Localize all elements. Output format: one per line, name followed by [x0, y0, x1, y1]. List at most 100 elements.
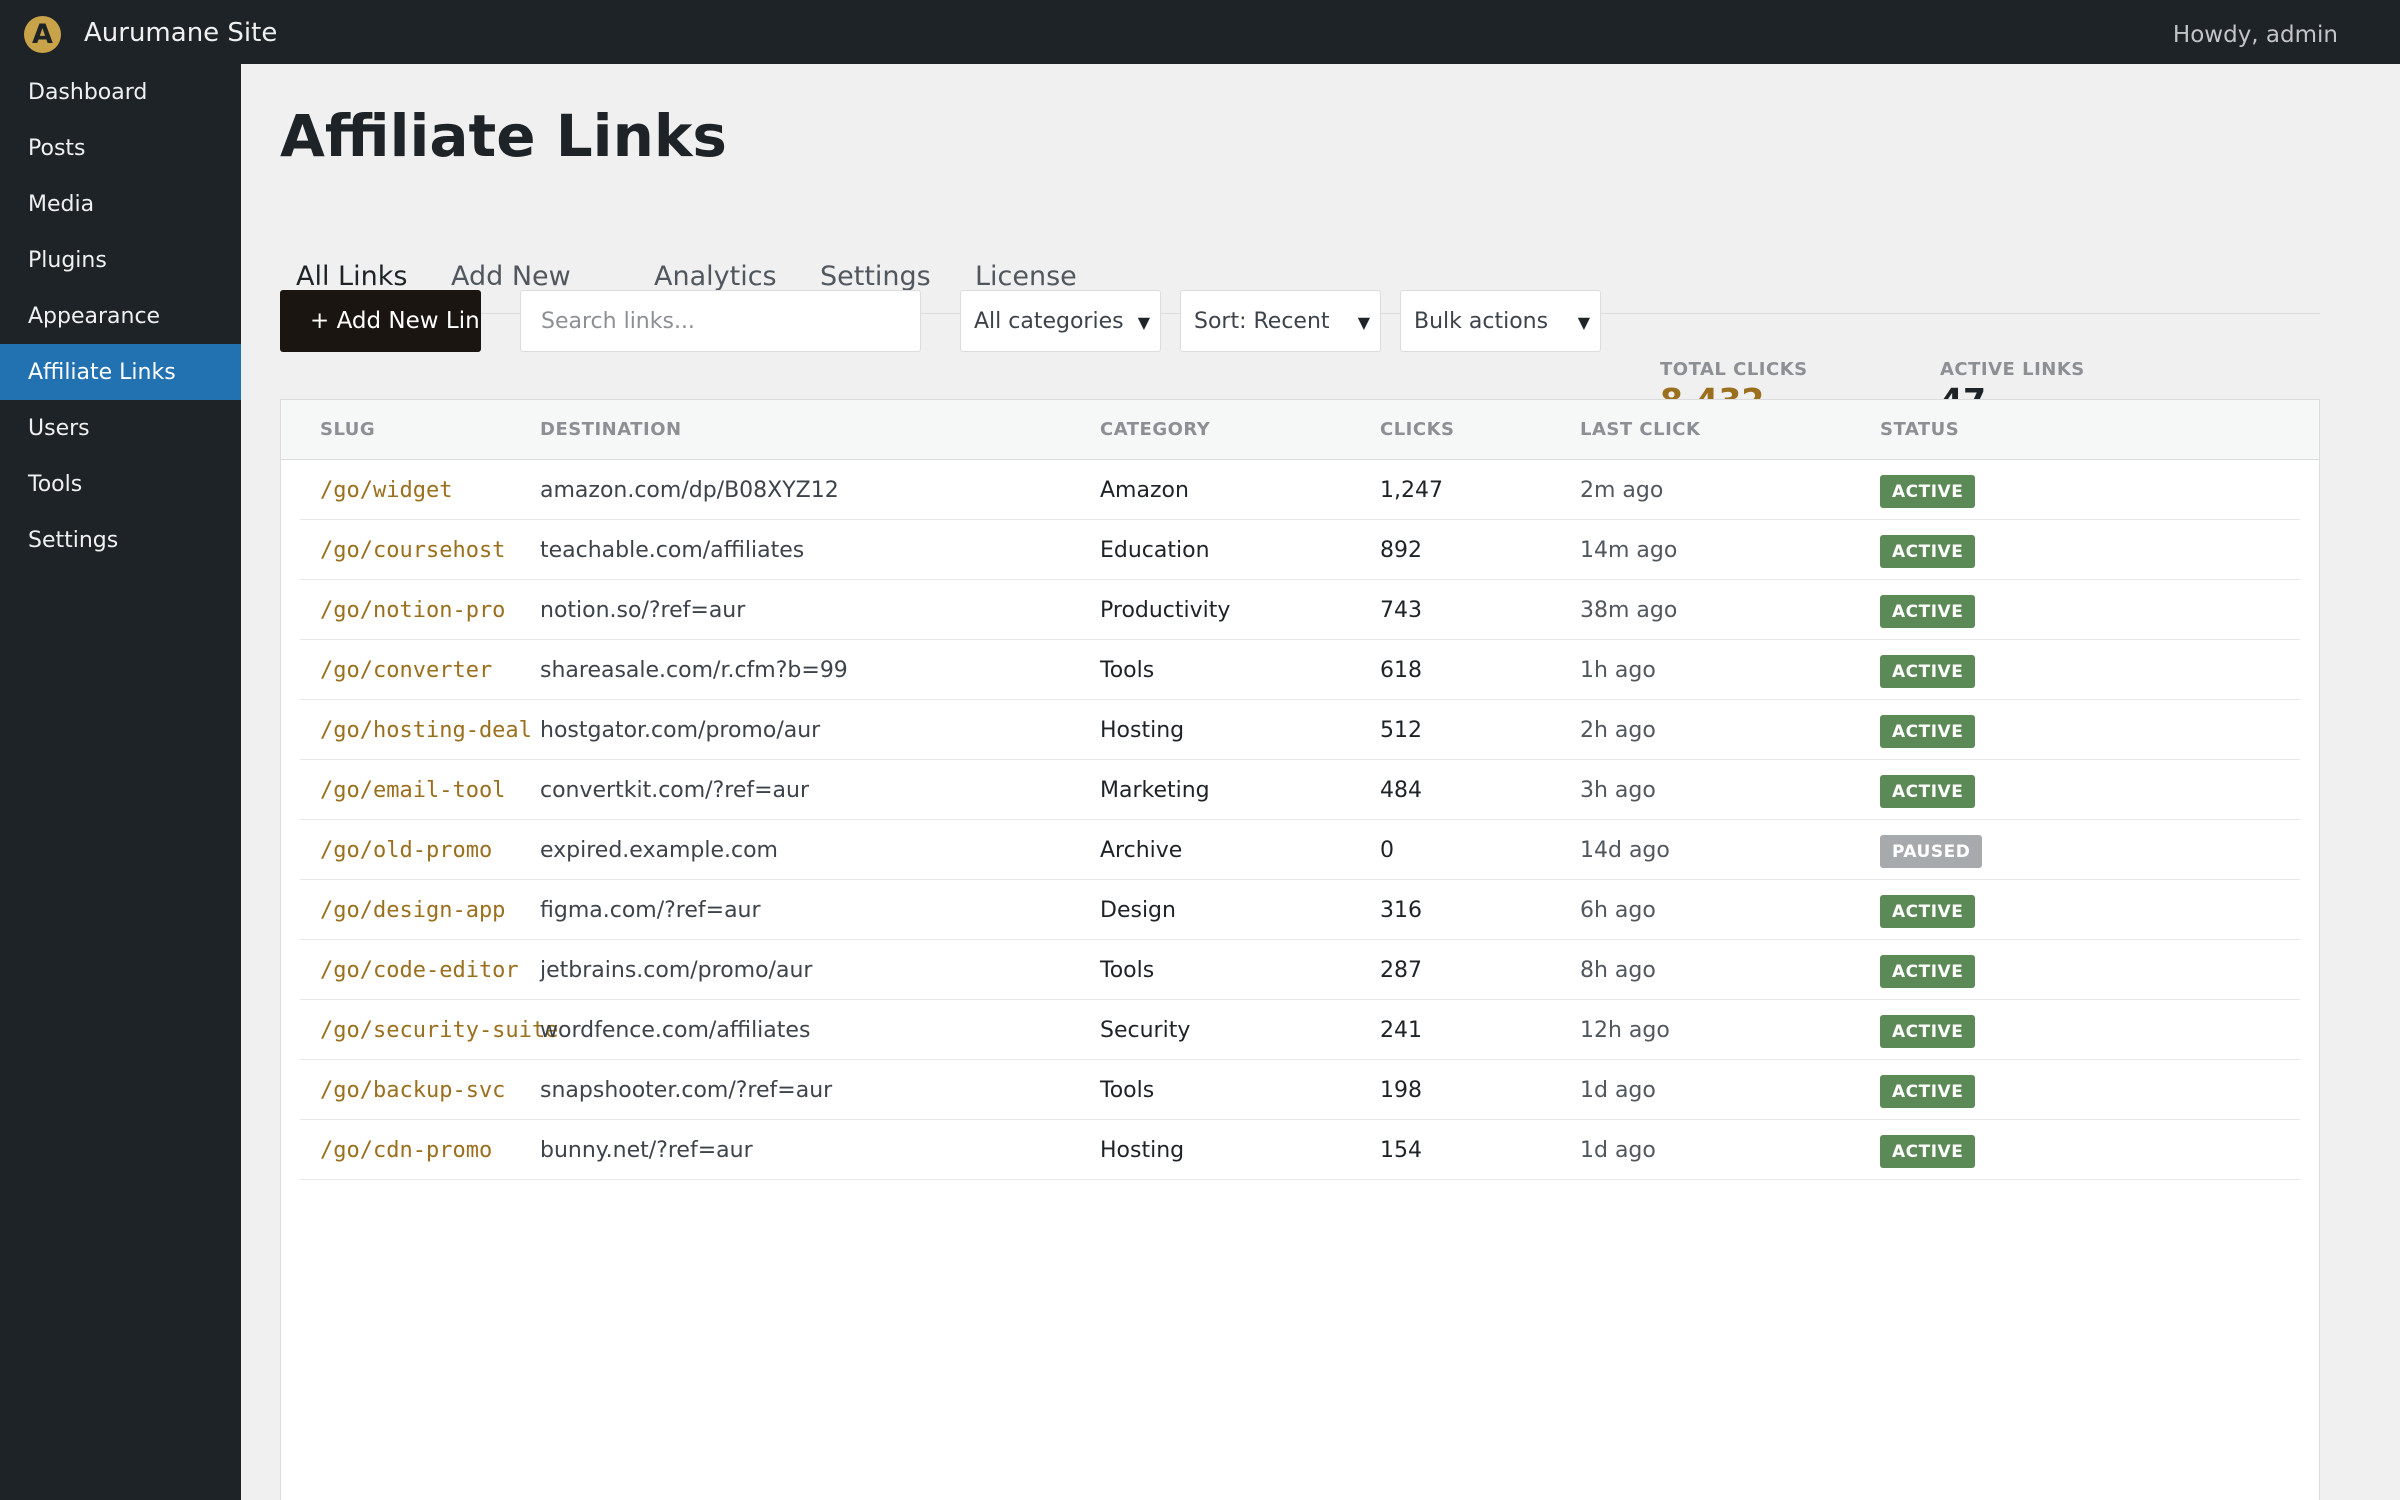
link-category: Amazon	[1100, 478, 1189, 503]
table-row[interactable]: /go/backup-svc snapshooter.com/?ref=aur To…	[300, 1060, 2300, 1120]
sidebar-item-media[interactable]: Media	[0, 176, 241, 232]
table-row[interactable]: /go/code-editor jetbrains.com/promo/aur To…	[300, 940, 2300, 1000]
table-header: SLUG DESTINATION CATEGORY CLICKS LAST CL…	[281, 400, 2319, 460]
link-destination: snapshooter.com/?ref=aur	[540, 1078, 833, 1103]
search-input[interactable]	[520, 290, 921, 352]
link-slug[interactable]: /go/email-tool	[320, 778, 505, 804]
link-last-click: 1h ago	[1580, 658, 1656, 683]
sidebar-item-users[interactable]: Users	[0, 400, 241, 456]
link-destination: wordfence.com/affiliates	[540, 1018, 811, 1043]
column-header-destination[interactable]: DESTINATION	[540, 419, 682, 441]
total-clicks-label: TOTAL CLICKS	[1660, 359, 1808, 380]
status-badge: ACTIVE	[1880, 775, 1976, 808]
status-badge: ACTIVE	[1880, 655, 1976, 688]
sidebar-item-appearance[interactable]: Appearance	[0, 288, 241, 344]
sidebar-item-settings[interactable]: Settings	[0, 512, 241, 568]
link-category: Hosting	[1100, 718, 1185, 743]
link-last-click: 8h ago	[1580, 958, 1656, 983]
column-header-slug[interactable]: SLUG	[320, 419, 375, 441]
sidebar-item-plugins[interactable]: Plugins	[0, 232, 241, 288]
status-badge: ACTIVE	[1880, 1075, 1976, 1108]
link-category: Tools	[1100, 958, 1155, 983]
link-slug[interactable]: /go/backup-svc	[320, 1078, 505, 1104]
category-filter-value: All categories	[974, 308, 1124, 334]
link-last-click: 1d ago	[1580, 1078, 1656, 1103]
bulk-actions-select[interactable]: Bulk actions ▼	[1400, 290, 1601, 352]
link-last-click: 6h ago	[1580, 898, 1656, 923]
link-clicks: 484	[1380, 778, 1422, 803]
table-row[interactable]: /go/security-suite wordfence.com/affiliat…	[300, 1000, 2300, 1060]
status-badge: ACTIVE	[1880, 595, 1976, 628]
link-category: Tools	[1100, 1078, 1155, 1103]
link-category: Archive	[1100, 838, 1183, 863]
status-badge: ACTIVE	[1880, 1135, 1976, 1168]
sidebar-item-posts[interactable]: Posts	[0, 120, 241, 176]
admin-sidebar: Dashboard Posts Media Plugins Appearance…	[0, 64, 241, 1500]
status-badge: ACTIVE	[1880, 535, 1976, 568]
link-destination: shareasale.com/r.cfm?b=99	[540, 658, 848, 683]
table-row[interactable]: /go/converter shareasale.com/r.cfm?b=99 To…	[300, 640, 2300, 700]
add-new-link-button[interactable]: + Add New Link	[280, 290, 481, 352]
link-last-click: 1d ago	[1580, 1138, 1656, 1163]
link-slug[interactable]: /go/converter	[320, 658, 492, 684]
chevron-down-icon: ▼	[1577, 313, 1590, 332]
link-last-click: 14m ago	[1580, 538, 1678, 563]
link-category: Hosting	[1100, 1138, 1185, 1163]
link-clicks: 0	[1380, 838, 1394, 863]
category-filter-select[interactable]: All categories ▼	[960, 290, 1161, 352]
account-greeting[interactable]: Howdy, admin	[2173, 20, 2338, 50]
status-badge: PAUSED	[1880, 835, 1983, 868]
link-slug[interactable]: /go/security-suite	[320, 1018, 558, 1044]
link-clicks: 1,247	[1380, 478, 1443, 503]
link-slug[interactable]: /go/widget	[320, 478, 452, 504]
table-row[interactable]: /go/hosting-deal hostgator.com/promo/aur H…	[300, 700, 2300, 760]
link-slug[interactable]: /go/coursehost	[320, 538, 505, 564]
link-slug[interactable]: /go/design-app	[320, 898, 505, 924]
link-clicks: 198	[1380, 1078, 1422, 1103]
sidebar-item-affiliate-links[interactable]: Affiliate Links	[0, 344, 241, 400]
sort-value: Sort: Recent	[1194, 308, 1330, 334]
table-row[interactable]: /go/widget amazon.com/dp/B08XYZ12 Amazon 1,…	[300, 460, 2300, 520]
link-clicks: 892	[1380, 538, 1422, 563]
link-last-click: 2m ago	[1580, 478, 1664, 503]
status-badge: ACTIVE	[1880, 475, 1976, 508]
link-destination: expired.example.com	[540, 838, 778, 863]
table-row[interactable]: /go/coursehost teachable.com/affiliates Ed…	[300, 520, 2300, 580]
column-header-clicks[interactable]: CLICKS	[1380, 419, 1455, 441]
sort-select[interactable]: Sort: Recent ▼	[1180, 290, 1381, 352]
link-slug[interactable]: /go/old-promo	[320, 838, 492, 864]
chevron-down-icon: ▼	[1357, 313, 1370, 332]
link-slug[interactable]: /go/notion-pro	[320, 598, 505, 624]
column-header-status[interactable]: STATUS	[1880, 419, 1959, 441]
link-last-click: 12h ago	[1580, 1018, 1670, 1043]
link-clicks: 512	[1380, 718, 1422, 743]
link-destination: notion.so/?ref=aur	[540, 598, 746, 623]
link-last-click: 3h ago	[1580, 778, 1656, 803]
column-header-category[interactable]: CATEGORY	[1100, 419, 1210, 441]
link-category: Tools	[1100, 658, 1155, 683]
link-destination: teachable.com/affiliates	[540, 538, 805, 563]
link-slug[interactable]: /go/cdn-promo	[320, 1138, 492, 1164]
table-row[interactable]: /go/design-app figma.com/?ref=aur Design 31…	[300, 880, 2300, 940]
page-title: Affiliate Links	[280, 102, 727, 170]
admin-bar: A Aurumane Site Howdy, admin	[0, 0, 2400, 64]
link-clicks: 241	[1380, 1018, 1422, 1043]
table-row[interactable]: /go/email-tool convertkit.com/?ref=aur Mar…	[300, 760, 2300, 820]
link-clicks: 316	[1380, 898, 1422, 923]
sidebar-item-dashboard[interactable]: Dashboard	[0, 64, 241, 120]
site-name-link[interactable]: Aurumane Site	[84, 16, 277, 50]
link-category: Marketing	[1100, 778, 1210, 803]
sidebar-item-tools[interactable]: Tools	[0, 456, 241, 512]
link-destination: bunny.net/?ref=aur	[540, 1138, 753, 1163]
link-destination: hostgator.com/promo/aur	[540, 718, 821, 743]
link-last-click: 14d ago	[1580, 838, 1670, 863]
column-header-last-click[interactable]: LAST CLICK	[1580, 419, 1700, 441]
link-slug[interactable]: /go/code-editor	[320, 958, 519, 984]
table-row[interactable]: /go/notion-pro notion.so/?ref=aur Producti…	[300, 580, 2300, 640]
site-logo-icon[interactable]: A	[24, 16, 61, 53]
table-row[interactable]: /go/old-promo expired.example.com Archive 0…	[300, 820, 2300, 880]
link-destination: amazon.com/dp/B08XYZ12	[540, 478, 839, 503]
link-last-click: 2h ago	[1580, 718, 1656, 743]
link-slug[interactable]: /go/hosting-deal	[320, 718, 532, 744]
table-row[interactable]: /go/cdn-promo bunny.net/?ref=aur Hosting 15…	[300, 1120, 2300, 1180]
